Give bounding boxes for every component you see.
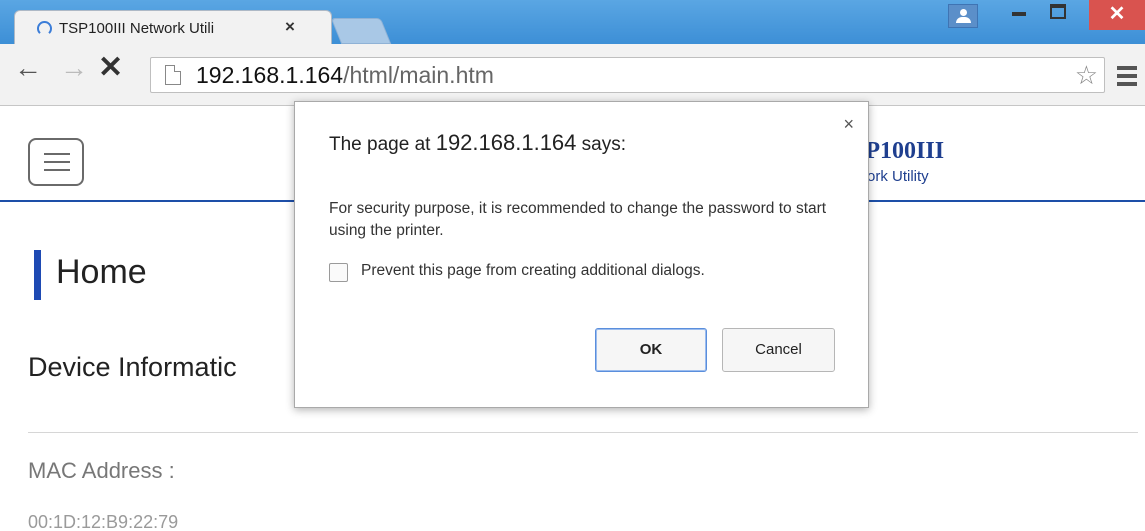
browser-titlebar: TSP100III Network Utili × ✕	[0, 0, 1145, 44]
loading-spinner-icon	[37, 21, 52, 36]
address-bar[interactable]: 192.168.1.164/html/main.htm ☆	[150, 57, 1105, 93]
title-accent-bar	[34, 250, 41, 300]
tab-title-fade	[235, 17, 285, 39]
browser-toolbar: ← → ✕ 192.168.1.164/html/main.htm ☆	[0, 44, 1145, 106]
prevent-dialogs-checkbox[interactable]	[329, 263, 348, 282]
menu-line	[44, 161, 70, 163]
browser-tab[interactable]: TSP100III Network Utili ×	[14, 10, 332, 44]
close-window-button[interactable]: ✕	[1089, 0, 1145, 30]
url-text: 192.168.1.164/html/main.htm	[196, 62, 494, 89]
nav-menu-button[interactable]	[28, 138, 84, 186]
back-arrow-icon[interactable]: ←	[14, 52, 42, 84]
cancel-button[interactable]: Cancel	[722, 328, 835, 372]
dialog-title-prefix: The page at	[329, 134, 436, 155]
dialog-message: For security purpose, it is recommended …	[329, 200, 827, 239]
url-host: 192.168.1.164	[196, 62, 344, 88]
dialog-close-icon[interactable]: ×	[843, 114, 854, 135]
section-divider	[28, 432, 1138, 433]
mac-address-value: 00:1D:12:B9:22:79	[28, 512, 179, 531]
forward-arrow-icon[interactable]: →	[60, 52, 88, 84]
user-profile-icon[interactable]	[948, 4, 978, 28]
user-body-shape	[956, 17, 971, 23]
stop-loading-icon[interactable]: ✕	[98, 50, 123, 85]
menu-line	[44, 153, 70, 155]
dialog-title-host: 192.168.1.164	[435, 130, 577, 155]
page-icon	[165, 65, 181, 85]
minimize-window-button[interactable]	[1012, 12, 1026, 16]
user-head-shape	[960, 9, 967, 16]
url-path: /html/main.htm	[343, 62, 494, 88]
bookmark-star-icon[interactable]: ☆	[1075, 60, 1098, 91]
browser-menu-icon[interactable]	[1117, 66, 1137, 90]
prevent-dialogs-label[interactable]: Prevent this page from creating addition…	[361, 262, 705, 280]
ok-button[interactable]: OK	[595, 328, 707, 372]
mac-address-label: MAC Address :	[28, 458, 175, 483]
dialog-title-suffix: says:	[576, 134, 627, 155]
tab-close-icon[interactable]: ×	[285, 17, 295, 37]
maximize-window-button[interactable]	[1050, 4, 1066, 19]
page-title: Home	[56, 253, 147, 291]
alert-dialog: × The page at 192.168.1.164 says: For se…	[294, 101, 869, 408]
section-title: Device Informatic	[28, 352, 237, 382]
new-tab-button[interactable]	[330, 18, 392, 44]
dialog-title: The page at 192.168.1.164 says:	[329, 130, 626, 156]
menu-line	[44, 169, 70, 171]
